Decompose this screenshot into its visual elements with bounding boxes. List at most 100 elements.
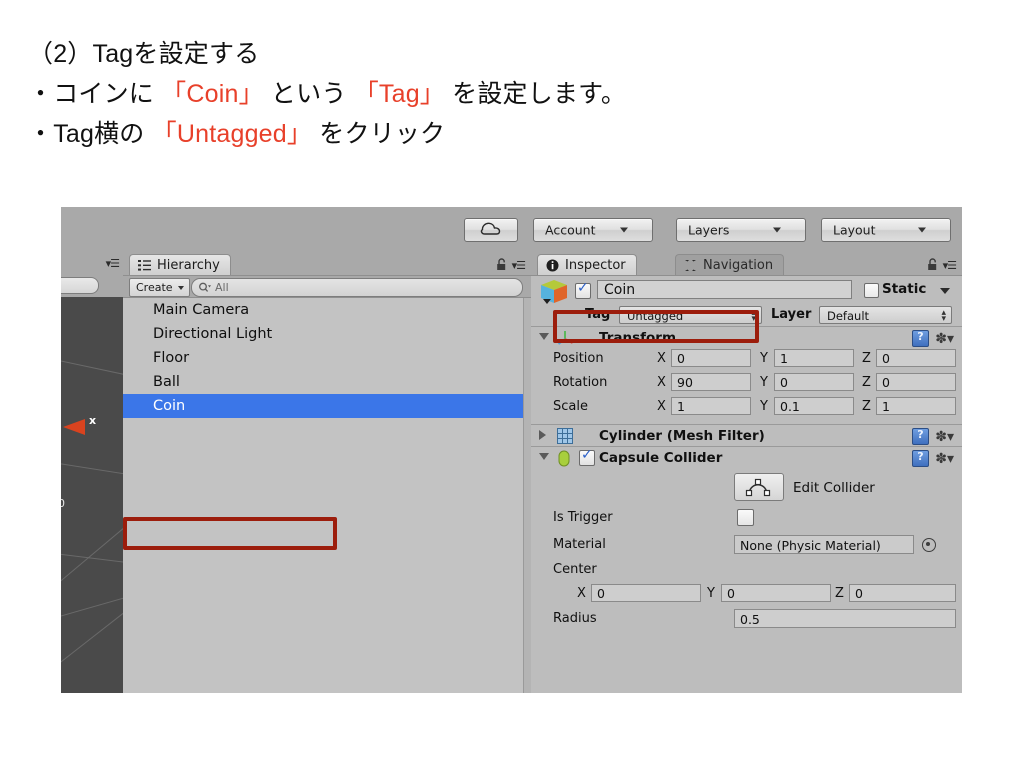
heading-3-part-1: ・Tag横の — [28, 120, 152, 148]
hierarchy-item-directional-light[interactable]: Directional Light — [123, 322, 531, 346]
gear-icon[interactable]: ✽▾ — [935, 332, 954, 346]
object-enabled-checkbox[interactable]: ✓ — [575, 281, 591, 299]
position-y-input[interactable]: 1 — [774, 349, 854, 367]
material-object-field[interactable]: None (Physic Material) — [734, 535, 914, 554]
center-label: Center — [553, 562, 597, 577]
hierarchy-icon — [138, 260, 151, 271]
heading-2-part-3: という — [263, 80, 354, 108]
help-icon[interactable] — [912, 330, 930, 347]
gear-icon[interactable]: ✽▾ — [935, 452, 954, 466]
heading-3-untagged-highlight: 「Untagged」 — [151, 120, 313, 148]
transform-component-header[interactable]: Transform ✽▾ — [531, 326, 962, 349]
help-icon[interactable] — [912, 428, 930, 445]
hierarchy-item-coin[interactable]: Coin — [123, 394, 531, 418]
hierarchy-tabrow: Hierarchy ▾☰ — [123, 252, 531, 276]
inspector-panel: Inspector Navigation ▾☰ ✓ Coin Static Ta… — [531, 252, 962, 693]
is-trigger-row: Is Trigger — [531, 507, 962, 530]
help-icon[interactable] — [912, 450, 930, 467]
object-name-input[interactable]: Coin — [597, 280, 852, 299]
tab-inspector-label: Inspector — [565, 258, 626, 273]
tag-dropdown[interactable]: Untagged ▴ ▾ — [619, 306, 762, 324]
tag-value: Untagged — [627, 309, 684, 323]
scale-y-input[interactable]: 0.1 — [774, 397, 854, 415]
static-chevron-down-icon[interactable] — [940, 288, 950, 294]
tab-hierarchy[interactable]: Hierarchy — [129, 254, 231, 276]
collapse-triangle-icon[interactable] — [539, 333, 549, 340]
hierarchy-item-main-camera[interactable]: Main Camera — [123, 298, 531, 322]
heading-line-3: ・Tag横の 「Untagged」 をクリック — [28, 114, 988, 154]
lock-icon[interactable] — [496, 256, 507, 275]
mesh-filter-title: Cylinder (Mesh Filter) — [599, 428, 765, 444]
scene-view-search-field[interactable] — [61, 277, 99, 294]
center-x-input[interactable]: 0 — [591, 584, 701, 602]
layout-dropdown[interactable]: Layout — [821, 218, 951, 242]
scale-z-input[interactable]: 1 — [876, 397, 956, 415]
rotation-y-input[interactable]: 0 — [774, 373, 854, 391]
hierarchy-menu-icon[interactable]: ▾☰ — [512, 259, 526, 272]
tab-navigation[interactable]: Navigation — [675, 254, 785, 276]
chevron-down-icon — [773, 227, 781, 233]
layout-label: Layout — [833, 222, 876, 238]
transform-title: Transform — [599, 330, 677, 346]
inspector-menu-icon[interactable]: ▾☰ — [943, 259, 957, 272]
position-z-input[interactable]: 0 — [876, 349, 956, 367]
expand-triangle-icon[interactable] — [539, 430, 546, 440]
scene-view-panel[interactable]: ▾☰ x 0 — [61, 252, 123, 693]
create-label: Create — [136, 281, 173, 294]
tab-inspector[interactable]: Inspector — [537, 254, 637, 276]
account-dropdown[interactable]: Account — [533, 218, 653, 242]
is-trigger-checkbox[interactable] — [737, 509, 754, 526]
center-y-input[interactable]: 0 — [721, 584, 831, 602]
cloud-button[interactable] — [464, 218, 518, 242]
info-icon — [546, 259, 559, 272]
hierarchy-search-input[interactable]: All — [191, 278, 523, 297]
layers-label: Layers — [688, 222, 730, 238]
material-row: Material None (Physic Material) — [531, 534, 962, 557]
scale-x-input[interactable]: 1 — [671, 397, 751, 415]
capsule-collider-component-header[interactable]: ✓ Capsule Collider ✽▾ — [531, 446, 962, 469]
capsule-collider-icon — [557, 450, 571, 471]
position-x-input[interactable]: 0 — [671, 349, 751, 367]
rotation-z-input[interactable]: 0 — [876, 373, 956, 391]
hierarchy-toolbar: Create All — [123, 275, 531, 297]
hierarchy-item-floor[interactable]: Floor — [123, 346, 531, 370]
edit-collider-button[interactable] — [734, 473, 784, 501]
layers-dropdown[interactable]: Layers — [676, 218, 806, 242]
transform-scale-row: Scale X 1 Y 0.1 Z 1 — [531, 396, 962, 419]
account-label: Account — [545, 222, 596, 238]
hierarchy-scrollbar[interactable] — [523, 298, 531, 693]
gear-icon[interactable]: ✽▾ — [935, 430, 954, 444]
inspector-body: ✓ Coin Static Tag Untagged ▴ ▾ Layer Def… — [531, 275, 962, 693]
axis-z-label: Z — [862, 399, 871, 414]
object-picker-icon[interactable] — [922, 538, 936, 552]
heading-2-tag-highlight: 「Tag」 — [353, 80, 445, 108]
scene-view-menu-icon[interactable]: ▾☰ — [106, 257, 120, 270]
slide-root: （2）Tagを設定する ・コインに 「Coin」 という 「Tag」 を設定しま… — [0, 0, 1024, 768]
mesh-filter-component-header[interactable]: Cylinder (Mesh Filter) ✽▾ — [531, 424, 962, 447]
heading-2-part-1: ・コインに — [28, 80, 162, 108]
rotation-x-input[interactable]: 90 — [671, 373, 751, 391]
collapse-triangle-icon[interactable] — [539, 453, 549, 460]
axis-y-label: Y — [760, 351, 768, 366]
center-z-input[interactable]: 0 — [849, 584, 956, 602]
layer-label: Layer — [771, 307, 812, 322]
center-axis-y-label: Y — [707, 586, 715, 601]
origin-label: 0 — [61, 497, 65, 510]
scene-view-viewport[interactable]: x 0 — [61, 297, 123, 693]
search-icon — [199, 282, 212, 293]
lock-icon[interactable] — [927, 256, 938, 275]
radius-input[interactable]: 0.5 — [734, 609, 956, 628]
inspector-lock-area: ▾☰ — [927, 256, 957, 275]
layer-dropdown[interactable]: Default ▴ ▾ — [819, 306, 952, 324]
heading-2-part-5: を設定します。 — [445, 80, 627, 108]
heading-1-text: （2）Tagを設定する — [28, 40, 260, 68]
hierarchy-item-ball[interactable]: Ball — [123, 370, 531, 394]
x-axis-gizmo-arrow-icon — [63, 419, 85, 435]
transform-rotation-row: Rotation X 90 Y 0 Z 0 — [531, 372, 962, 395]
edit-collider-row: Edit Collider — [531, 470, 962, 504]
static-checkbox[interactable] — [864, 283, 879, 298]
tag-label: Tag — [585, 307, 611, 322]
capsule-collider-enabled-checkbox[interactable]: ✓ — [579, 448, 595, 466]
create-dropdown-button[interactable]: Create — [129, 278, 190, 297]
axis-y-label: Y — [760, 375, 768, 390]
